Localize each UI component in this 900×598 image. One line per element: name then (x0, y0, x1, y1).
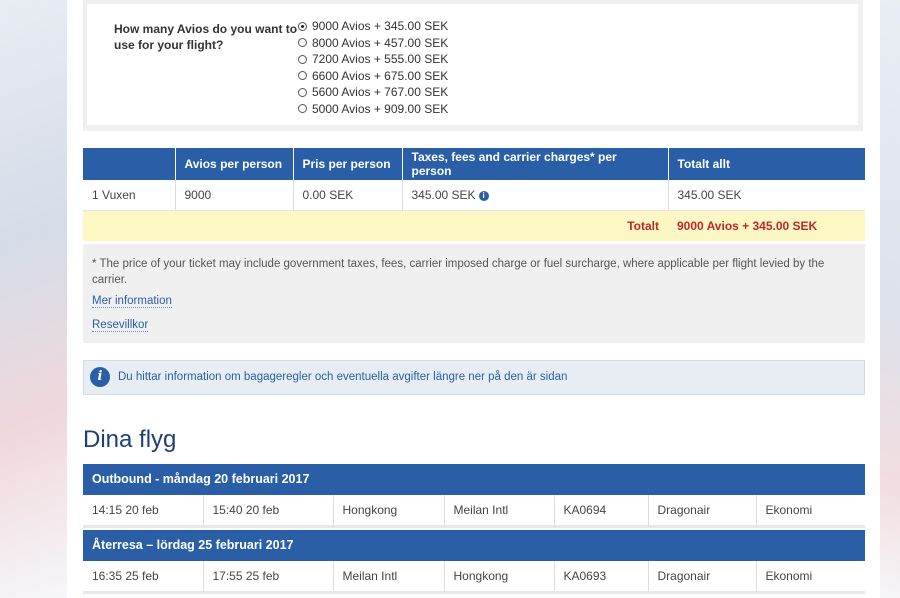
row-total: 345.00 SEK (668, 180, 865, 211)
passenger-type: 1 Vuxen (83, 180, 176, 211)
baggage-info-bar: i Du hittar information om bagageregler … (83, 360, 865, 395)
radio-button[interactable] (298, 87, 307, 97)
table-row: 1 Vuxen 9000 0.00 SEK 345.00 SEK i 345.00… (83, 180, 865, 211)
flight-number: KA0694 (554, 495, 649, 528)
flights-title: Dina flyg (83, 426, 177, 453)
price-table: Avios per person Pris per person Taxes, … (83, 148, 865, 241)
avios-option-5600[interactable]: 5600 Avios + 767.00 SEK (298, 84, 448, 101)
footnote-text: * The price of your ticket may include g… (92, 258, 825, 286)
cabin-class: Ekonomi (756, 495, 865, 528)
return-flight-table: 16:35 25 feb 17:55 25 feb Meilan Intl Ho… (83, 561, 865, 594)
origin-airport: Hongkong (333, 495, 445, 528)
avios-option-label: 9000 Avios + 345.00 SEK (312, 19, 449, 34)
arrival-time: 17:55 25 feb (203, 561, 334, 594)
price-footnote: * The price of your ticket may include g… (83, 244, 865, 343)
column-header (83, 148, 176, 180)
radio-button[interactable] (298, 38, 307, 48)
avios-option-7200[interactable]: 7200 Avios + 555.00 SEK (298, 51, 448, 68)
avios-option-9000[interactable]: 9000 Avios + 345.00 SEK (298, 18, 448, 35)
radio-button[interactable] (298, 104, 307, 114)
carrier: Dragonair (648, 495, 757, 528)
radio-button[interactable] (298, 71, 307, 81)
avios-options: 9000 Avios + 345.00 SEK 8000 Avios + 457… (298, 18, 448, 117)
column-header-price: Pris per person (293, 148, 403, 180)
destination-airport: Meilan Intl (444, 495, 555, 528)
avios-selector-card: How many Avios do you want to use for yo… (83, 0, 863, 131)
column-header-total: Totalt allt (668, 148, 865, 180)
total-row: Totalt 9000 Avios + 345.00 SEK (83, 210, 865, 241)
price-per-person: 0.00 SEK (293, 180, 403, 211)
avios-option-label: 5600 Avios + 767.00 SEK (312, 85, 449, 100)
more-info-link[interactable]: Mer information (92, 295, 172, 308)
info-icon[interactable]: i (478, 191, 489, 201)
origin-airport: Meilan Intl (333, 561, 445, 594)
departure-time: 16:35 25 feb (83, 561, 204, 594)
main-content: How many Avios do you want to use for yo… (67, 0, 880, 598)
price-table-header: Avios per person Pris per person Taxes, … (83, 148, 865, 180)
outbound-flight-table: 14:15 20 feb 15:40 20 feb Hongkong Meila… (83, 495, 865, 528)
avios-selector-panel: How many Avios do you want to use for yo… (87, 4, 858, 125)
taxes-value: 345.00 SEK (411, 188, 476, 202)
departure-time: 14:15 20 feb (83, 495, 204, 528)
destination-airport: Hongkong (444, 561, 555, 594)
carrier: Dragonair (648, 561, 757, 594)
total-value: 9000 Avios + 345.00 SEK (668, 210, 865, 241)
column-header-taxes: Taxes, fees and carrier charges* per per… (402, 148, 669, 180)
avios-option-label: 6600 Avios + 675.00 SEK (312, 68, 449, 83)
avios-option-label: 8000 Avios + 457.00 SEK (312, 35, 449, 50)
baggage-info-text: Du hittar information om bagageregler oc… (118, 371, 568, 383)
avios-question: How many Avios do you want to use for yo… (114, 22, 298, 52)
column-header-avios: Avios per person (175, 148, 294, 180)
flight-number: KA0693 (554, 561, 649, 594)
outbound-header: Outbound - måndag 20 februari 2017 (83, 464, 865, 495)
radio-button-selected[interactable] (298, 21, 307, 31)
arrival-time: 15:40 20 feb (203, 495, 334, 528)
table-row: 16:35 25 feb 17:55 25 feb Meilan Intl Ho… (83, 561, 865, 594)
avios-option-label: 5000 Avios + 909.00 SEK (312, 101, 449, 116)
table-row: 14:15 20 feb 15:40 20 feb Hongkong Meila… (83, 495, 865, 528)
taxes-cell: 345.00 SEK i (402, 180, 669, 211)
avios-option-5000[interactable]: 5000 Avios + 909.00 SEK (298, 101, 448, 118)
terms-link[interactable]: Resevillkor (92, 319, 149, 332)
avios-option-6600[interactable]: 6600 Avios + 675.00 SEK (298, 68, 448, 85)
cabin-class: Ekonomi (756, 561, 865, 594)
info-icon: i (90, 367, 110, 387)
background-decoration-left (0, 0, 70, 598)
avios-per-person: 9000 (175, 180, 294, 211)
avios-option-label: 7200 Avios + 555.00 SEK (312, 52, 449, 67)
total-label: Totalt (83, 210, 668, 241)
return-header: Återresa – lördag 25 februari 2017 (83, 530, 865, 561)
radio-button[interactable] (298, 54, 307, 64)
avios-option-8000[interactable]: 8000 Avios + 457.00 SEK (298, 35, 448, 52)
